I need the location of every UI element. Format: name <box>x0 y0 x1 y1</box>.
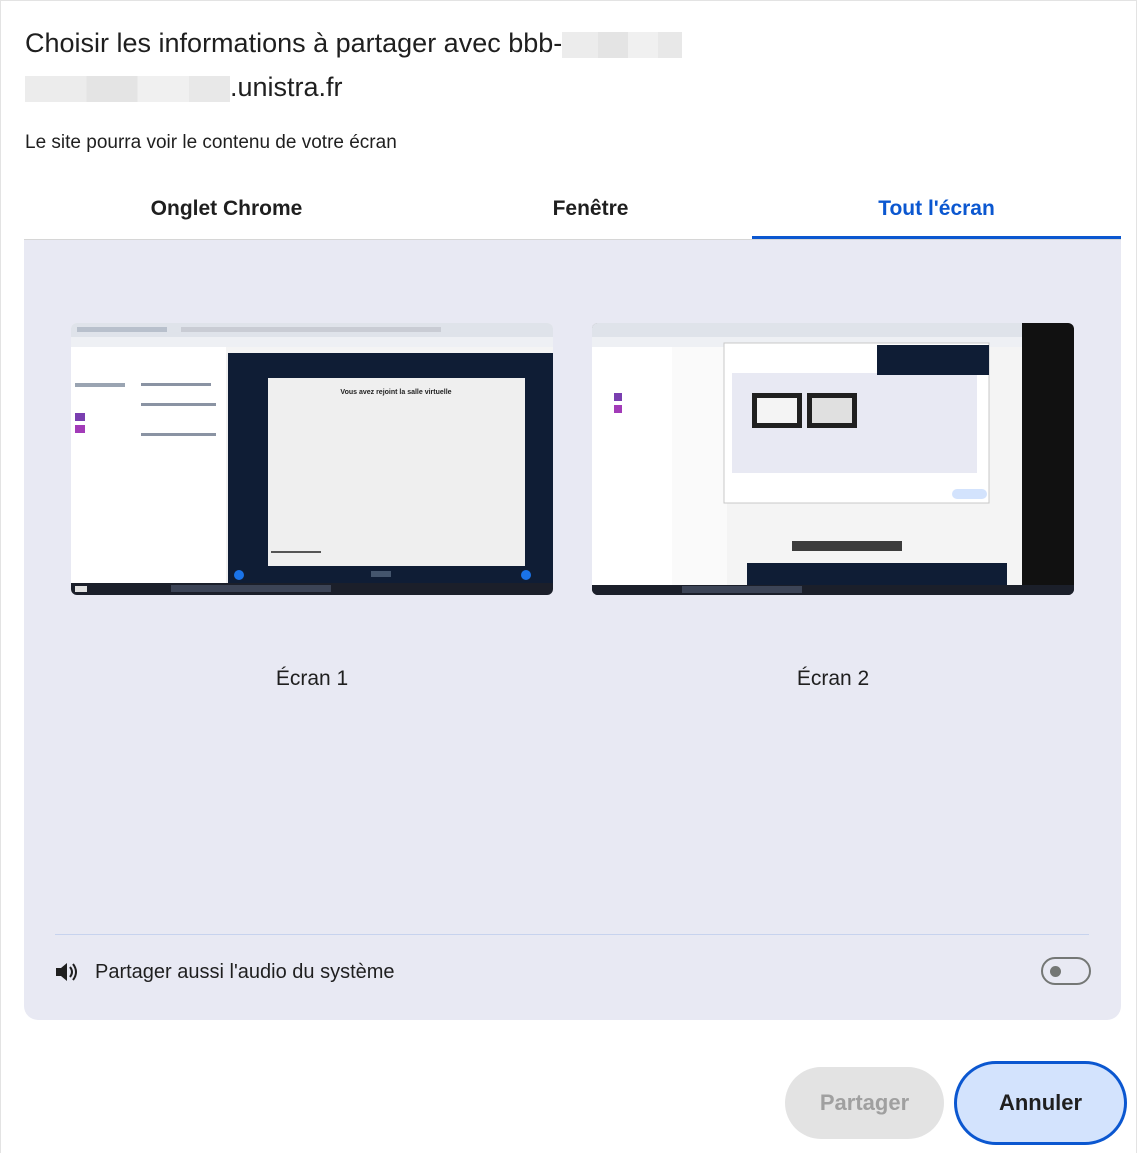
tab-label: Tout l'écran <box>878 196 995 220</box>
redacted-hostname-part <box>562 31 683 58</box>
share-button[interactable]: Partager <box>785 1067 944 1139</box>
tab-window[interactable]: Fenêtre <box>429 181 752 237</box>
tab-label: Onglet Chrome <box>150 197 303 220</box>
screen-2-thumbnail <box>592 323 1074 595</box>
screen-1-thumbnail: Vous avez rejoint la salle virtuelle <box>71 323 553 595</box>
tab-chrome-tab[interactable]: Onglet Chrome <box>24 181 429 237</box>
speaker-icon <box>56 963 77 981</box>
system-audio-toggle[interactable] <box>1041 957 1091 985</box>
dialog-title-prefix: Choisir les informations à partager avec… <box>25 28 563 58</box>
panel-divider <box>55 934 1089 935</box>
dialog-subtitle: Le site pourra voir le contenu de votre … <box>25 132 397 153</box>
screen-option-2[interactable] <box>592 323 1074 595</box>
toggle-knob <box>1050 966 1061 977</box>
dialog-title: Choisir les informations à partager avec… <box>25 21 825 109</box>
screens-panel: Vous avez rejoint la salle virtuelle Écr… <box>24 240 1121 1020</box>
source-tabs: Onglet Chrome Fenêtre Tout l'écran <box>24 181 1121 240</box>
screen-1-label: Écran 1 <box>275 667 349 690</box>
screen-option-1[interactable]: Vous avez rejoint la salle virtuelle <box>71 323 553 595</box>
tab-entire-screen[interactable]: Tout l'écran <box>752 181 1121 239</box>
system-audio-row: Partager aussi l'audio du système <box>55 952 1091 992</box>
screen-2-label: Écran 2 <box>796 667 870 690</box>
screen-1-preview: Vous avez rejoint la salle virtuelle <box>71 323 553 595</box>
system-audio-label: Partager aussi l'audio du système <box>95 960 395 983</box>
dialog-title-suffix: .unistra.fr <box>230 72 343 102</box>
redacted-hostname-part <box>25 75 230 102</box>
share-screen-dialog: Choisir les informations à partager avec… <box>0 0 1137 1153</box>
screen-1-preview-heading: Vous avez rejoint la salle virtuelle <box>340 389 451 396</box>
screen-2-preview <box>592 323 1074 595</box>
tab-label: Fenêtre <box>552 197 629 220</box>
cancel-button[interactable]: Annuler <box>954 1061 1127 1145</box>
